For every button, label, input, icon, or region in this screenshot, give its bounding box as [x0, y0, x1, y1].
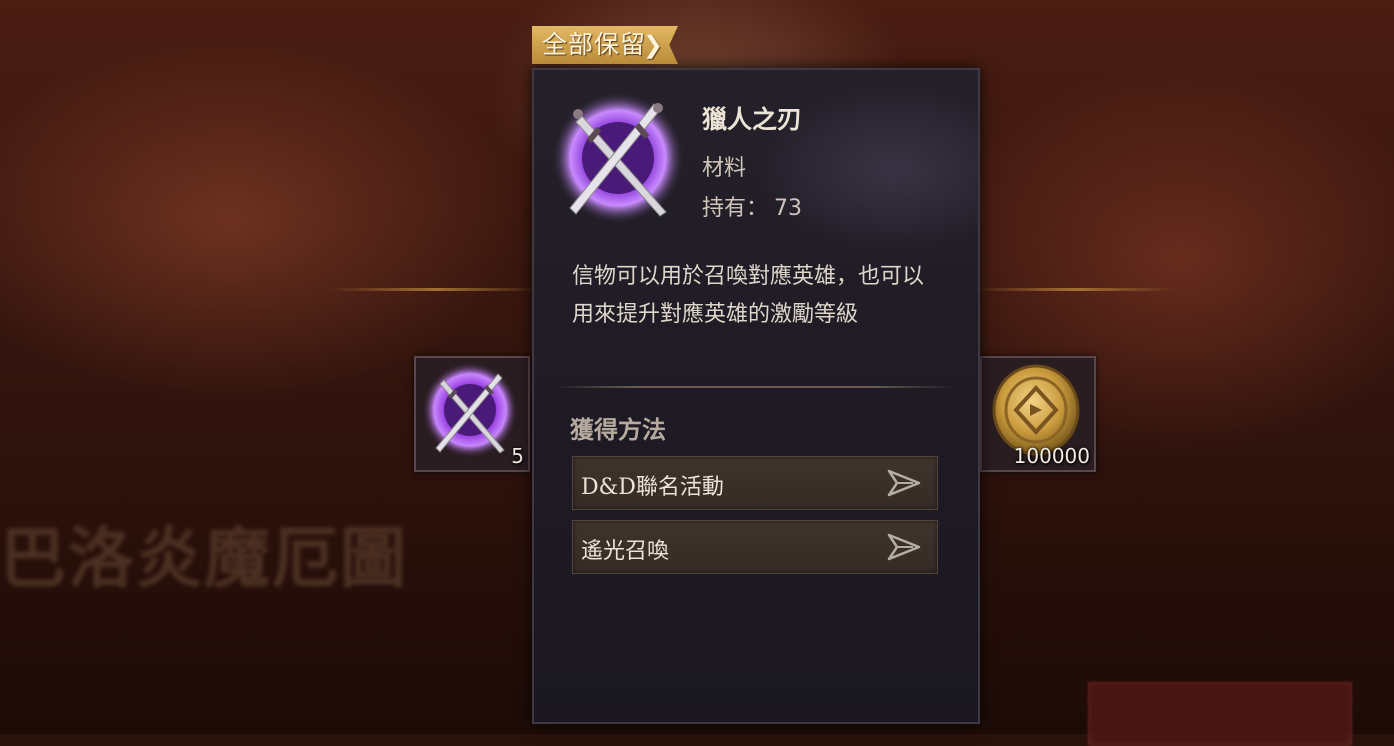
- acquisition-header: 獲得方法: [570, 415, 666, 444]
- keep-all-button[interactable]: 全部保留 ❯: [532, 26, 679, 64]
- reward-count: 100000: [1013, 444, 1090, 468]
- background-divider-right: [976, 288, 1176, 291]
- item-tooltip-panel: 獵人之刃 材料 持有： 73 信物可以用於召喚對應英雄，也可以用來提升對應英雄的激…: [532, 68, 980, 724]
- background-divider-left: [330, 288, 540, 291]
- item-owned-label: 持有：: [702, 196, 769, 221]
- source-button-label: D&D聯名活動: [581, 475, 724, 500]
- item-owned: 持有： 73: [702, 190, 802, 222]
- background-challenge-button: [1088, 682, 1352, 746]
- source-button-label: 遙光召喚: [581, 539, 670, 564]
- chevron-right-icon: ❯: [642, 31, 665, 59]
- item-description: 信物可以用於召喚對應英雄，也可以用來提升對應英雄的激勵等級: [572, 264, 925, 327]
- item-type: 材料: [702, 156, 747, 181]
- reward-slot-gold[interactable]: 100000: [980, 356, 1096, 472]
- background-event-title: 巴洛炎魔厄圖: [0, 519, 408, 597]
- crossed-blades-icon: [552, 92, 684, 224]
- item-name: 獵人之刃: [702, 105, 803, 134]
- divider: [554, 386, 954, 388]
- source-button-dnd-event[interactable]: D&D聯名活動: [572, 456, 938, 510]
- arrow-right-icon: [887, 533, 921, 561]
- reward-count: 5: [511, 444, 524, 468]
- source-button-summon[interactable]: 遙光召喚: [572, 520, 938, 574]
- arrow-right-icon: [887, 469, 921, 497]
- reward-slot-blades[interactable]: 5: [414, 356, 530, 472]
- keep-all-label: 全部保留: [542, 30, 647, 59]
- item-owned-count: 73: [774, 196, 803, 221]
